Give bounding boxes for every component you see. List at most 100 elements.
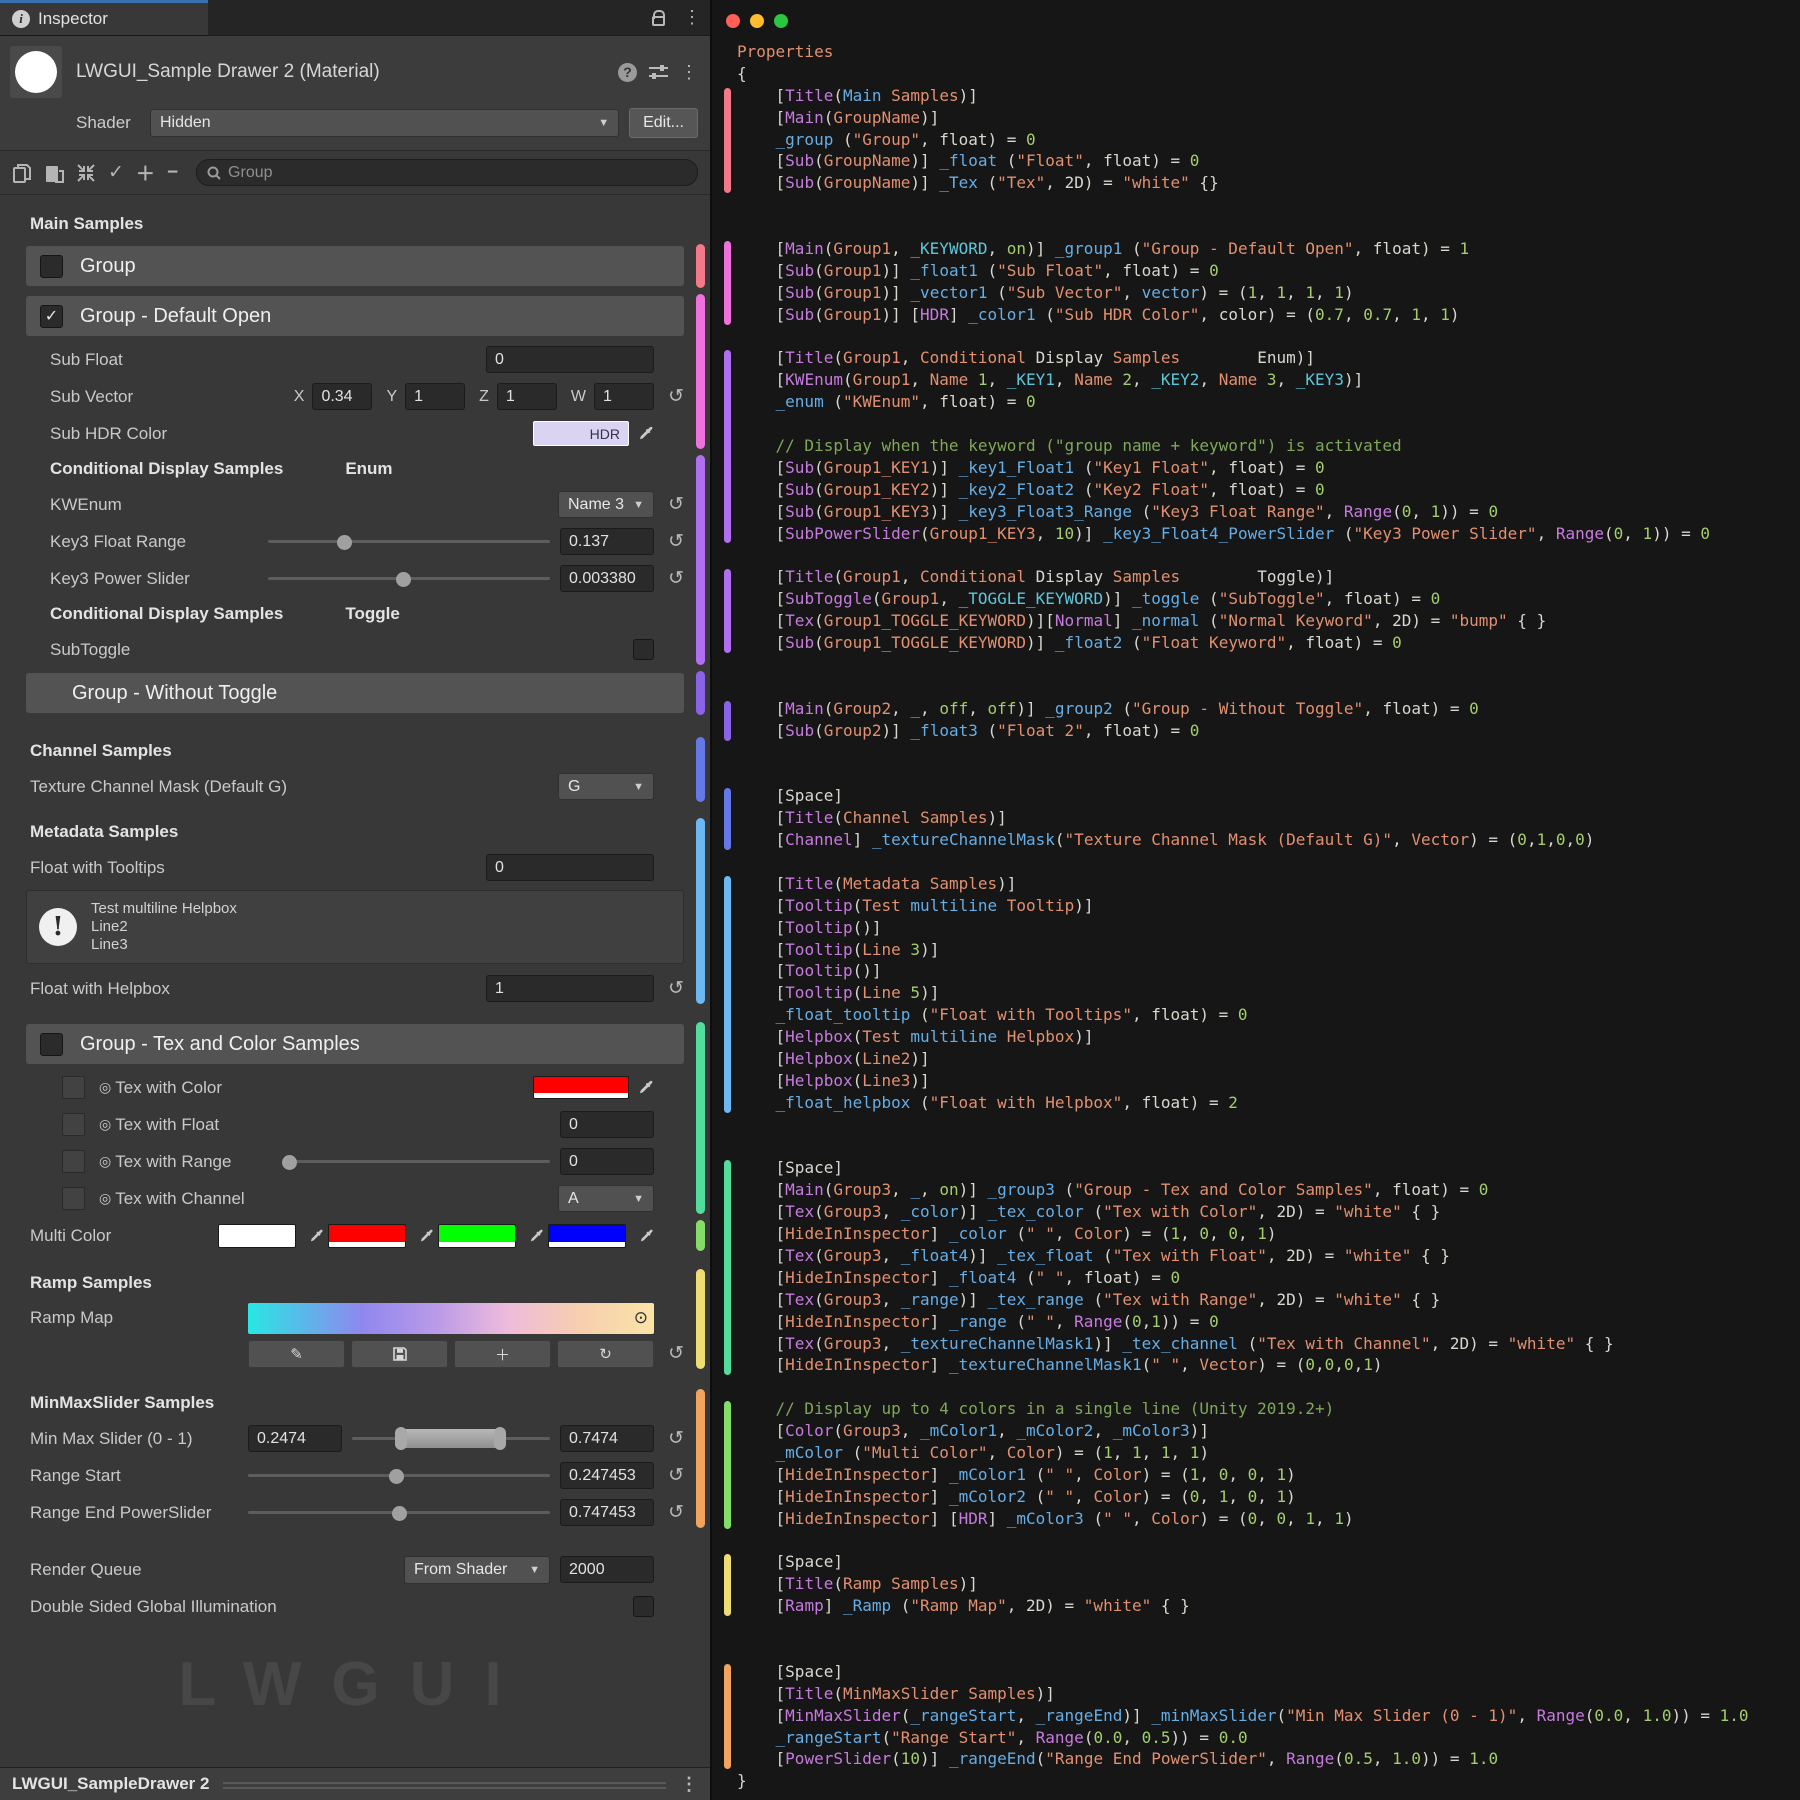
vector-z-input[interactable]: 1 [497, 383, 557, 410]
vector-x-input[interactable]: 0.34 [312, 383, 372, 410]
zoom-window-icon[interactable] [774, 14, 788, 28]
group-header[interactable]: Group [26, 246, 684, 286]
save-icon [393, 1347, 407, 1361]
field-label: Tex with Channel [115, 1189, 558, 1209]
code-line: [Helpbox(Line2)] [737, 1049, 1800, 1071]
group-without-toggle-header[interactable]: Group - Without Toggle [26, 673, 684, 713]
channel-mask-value: G [568, 778, 580, 796]
revert-icon[interactable]: ↺ [668, 567, 684, 590]
sub-float-row: Sub Float 0 [0, 341, 710, 378]
code-line: [Sub(Group1_KEY2)] _key2_Float2 ("Key2 F… [737, 480, 1800, 502]
kebab-menu-icon[interactable]: ⋮ [680, 1774, 698, 1795]
code-line: [Title(Group1, Conditional Display Sampl… [737, 567, 1800, 589]
group-tex-color-header[interactable]: Group - Tex and Color Samples [26, 1024, 684, 1064]
shader-dropdown[interactable]: Hidden ▼ [150, 109, 619, 137]
revert-icon[interactable]: ↺ [668, 1464, 684, 1487]
copy-icon[interactable] [12, 163, 32, 183]
range-start-slider[interactable] [248, 1462, 550, 1489]
revert-icon[interactable]: ↺ [668, 385, 684, 408]
search-value: Group [228, 164, 272, 182]
kebab-menu-icon[interactable]: ⋮ [674, 0, 710, 35]
key3-power-input[interactable]: 0.003380 [560, 565, 654, 592]
kebab-menu-icon[interactable]: ⋮ [680, 62, 698, 83]
vector-w-input[interactable]: 1 [594, 383, 654, 410]
texture-slot[interactable] [62, 1113, 85, 1136]
minmax-max-input[interactable]: 0.7474 [560, 1425, 654, 1452]
texture-slot[interactable] [62, 1076, 85, 1099]
render-queue-input[interactable]: 2000 [560, 1556, 654, 1583]
range-start-input[interactable]: 0.247453 [560, 1462, 654, 1489]
vector-y-input[interactable]: 1 [405, 383, 465, 410]
tex-range-input[interactable]: 0 [560, 1148, 654, 1175]
float-tooltips-input[interactable]: 0 [486, 854, 654, 881]
hdr-color-swatch[interactable]: HDR [533, 421, 629, 446]
eyedropper-icon[interactable] [640, 1229, 654, 1243]
field-label: Texture Channel Mask (Default G) [30, 777, 558, 797]
tex-color-swatch[interactable] [533, 1076, 629, 1099]
multi-color-swatch[interactable] [328, 1224, 406, 1248]
multi-color-swatch[interactable] [218, 1224, 296, 1248]
kwenum-dropdown[interactable]: Name 3 ▼ [558, 491, 654, 518]
multi-color-swatch[interactable] [548, 1224, 626, 1248]
eyedropper-icon[interactable] [310, 1229, 324, 1243]
remove-icon[interactable]: − [167, 162, 178, 184]
tex-range-slider[interactable] [283, 1148, 550, 1175]
ramp-edit-button[interactable]: ✎ [248, 1340, 345, 1368]
render-queue-dropdown[interactable]: From Shader ▼ [404, 1556, 550, 1584]
apply-icon[interactable]: ✓ [108, 161, 124, 184]
minmax-range-slider[interactable] [352, 1425, 550, 1452]
key3-power-slider[interactable] [268, 565, 550, 592]
range-end-slider[interactable] [248, 1499, 550, 1526]
presets-icon[interactable] [649, 64, 668, 81]
eyedropper-icon[interactable] [639, 1080, 654, 1095]
search-input[interactable]: Group [196, 159, 698, 186]
minmax-handle-max[interactable] [494, 1427, 506, 1450]
material-preview[interactable] [10, 46, 62, 98]
ramp-save-button[interactable] [351, 1340, 448, 1368]
close-window-icon[interactable] [726, 14, 740, 28]
revert-icon[interactable]: ↺ [668, 1501, 684, 1524]
eyedropper-icon[interactable] [530, 1229, 544, 1243]
texture-slot[interactable] [62, 1150, 85, 1173]
add-icon[interactable]: ＋ [136, 159, 155, 186]
ramp-gradient[interactable]: ⊙ [248, 1303, 654, 1334]
channel-mask-dropdown[interactable]: G ▼ [558, 773, 654, 800]
group-checkbox[interactable] [40, 255, 63, 278]
minimize-window-icon[interactable] [750, 14, 764, 28]
code-line [737, 545, 1800, 567]
drag-handle[interactable] [223, 1782, 666, 1789]
revert-icon[interactable]: ↺ [668, 493, 684, 516]
tex-channel-dropdown[interactable]: A ▼ [558, 1185, 654, 1212]
lock-icon[interactable] [643, 0, 674, 35]
minmax-min-input[interactable]: 0.2474 [248, 1425, 342, 1452]
target-icon[interactable]: ⊙ [634, 1308, 648, 1328]
tex-group-checkbox[interactable] [40, 1033, 63, 1056]
group-default-open-header[interactable]: ✓ Group - Default Open [26, 296, 684, 336]
ramp-refresh-button[interactable]: ↻ [557, 1340, 654, 1368]
minmax-handle-min[interactable] [395, 1427, 407, 1450]
texture-slot[interactable] [62, 1187, 85, 1210]
edit-shader-button[interactable]: Edit... [629, 108, 698, 138]
key3-float-range-slider[interactable] [268, 528, 550, 555]
multi-color-swatch[interactable] [438, 1224, 516, 1248]
eyedropper-icon[interactable] [639, 426, 654, 441]
key3-float-range-input[interactable]: 0.137 [560, 528, 654, 555]
eyedropper-icon[interactable] [420, 1229, 434, 1243]
sub-float-input[interactable]: 0 [486, 346, 654, 373]
revert-icon[interactable]: ↺ [668, 1427, 684, 1450]
tex-float-input[interactable]: 0 [560, 1111, 654, 1138]
sub-vector-row: Sub Vector X 0.34 Y 1 Z 1 W 1 ↺ [0, 378, 710, 415]
help-icon[interactable]: ? [618, 63, 637, 82]
paste-icon[interactable] [44, 163, 64, 183]
range-end-input[interactable]: 0.747453 [560, 1499, 654, 1526]
double-sided-gi-checkbox[interactable] [633, 1596, 654, 1617]
revert-icon[interactable]: ↺ [668, 977, 684, 1000]
subtoggle-checkbox[interactable] [633, 639, 654, 660]
group-open-checkbox[interactable]: ✓ [40, 305, 63, 328]
revert-icon[interactable]: ↺ [668, 530, 684, 553]
float-helpbox-input[interactable]: 1 [486, 975, 654, 1002]
revert-icon[interactable]: ↺ [668, 1342, 684, 1365]
tab-inspector[interactable]: i Inspector [0, 0, 208, 35]
ramp-add-button[interactable]: ＋ [454, 1340, 551, 1368]
collapse-icon[interactable] [76, 163, 96, 183]
